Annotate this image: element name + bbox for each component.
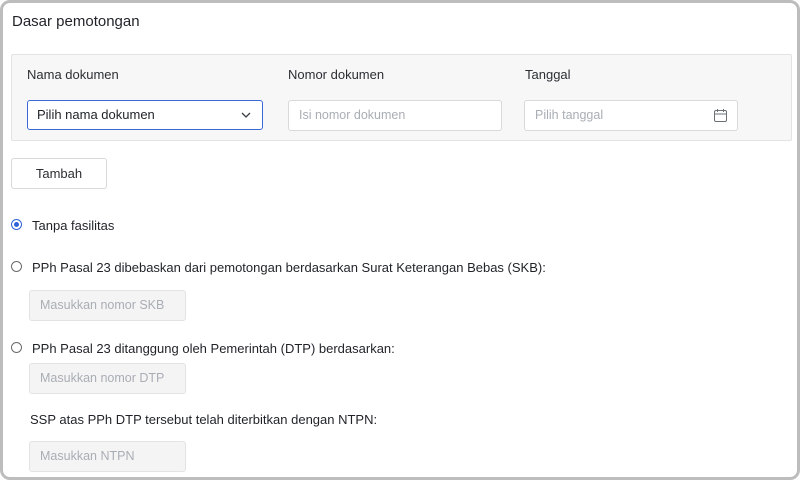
document-table: Nama dokumen Nomor dokumen Tanggal Pilih…: [11, 54, 792, 141]
chevron-down-icon: [241, 112, 251, 118]
radio-skb[interactable]: [11, 261, 22, 272]
dtp-number-placeholder: Masukkan nomor DTP: [40, 371, 165, 385]
skb-number-input[interactable]: Masukkan nomor SKB: [29, 290, 186, 321]
column-header-tanggal: Tanggal: [525, 67, 571, 82]
tambah-button[interactable]: Tambah: [11, 158, 107, 189]
option-dtp-label: PPh Pasal 23 ditanggung oleh Pemerintah …: [32, 341, 395, 356]
dtp-number-input[interactable]: Masukkan nomor DTP: [29, 363, 186, 394]
ntpn-placeholder: Masukkan NTPN: [40, 449, 135, 463]
calendar-icon: [714, 109, 727, 122]
option-tanpa-fasilitas-label: Tanpa fasilitas: [32, 218, 115, 233]
section-title: Dasar pemotongan: [12, 13, 140, 30]
ntpn-label: SSP atas PPh DTP tersebut telah diterbit…: [30, 412, 378, 427]
nama-dokumen-select[interactable]: Pilih nama dokumen: [27, 100, 263, 130]
form-frame: Dasar pemotongan Nama dokumen Nomor doku…: [0, 0, 800, 480]
radio-dtp[interactable]: [11, 342, 22, 353]
tanggal-datepicker[interactable]: Pilih tanggal: [524, 100, 738, 131]
option-skb-label: PPh Pasal 23 dibebaskan dari pemotongan …: [32, 260, 546, 275]
tanggal-placeholder: Pilih tanggal: [535, 108, 604, 122]
column-header-nomor-dokumen: Nomor dokumen: [288, 67, 385, 82]
skb-number-placeholder: Masukkan nomor SKB: [40, 298, 165, 312]
nomor-dokumen-placeholder: Isi nomor dokumen: [299, 108, 406, 122]
nomor-dokumen-input[interactable]: Isi nomor dokumen: [288, 100, 502, 131]
ntpn-input[interactable]: Masukkan NTPN: [29, 441, 186, 472]
radio-tanpa-fasilitas[interactable]: [11, 219, 22, 230]
nama-dokumen-select-value: Pilih nama dokumen: [37, 107, 155, 122]
column-header-nama-dokumen: Nama dokumen: [27, 67, 119, 82]
